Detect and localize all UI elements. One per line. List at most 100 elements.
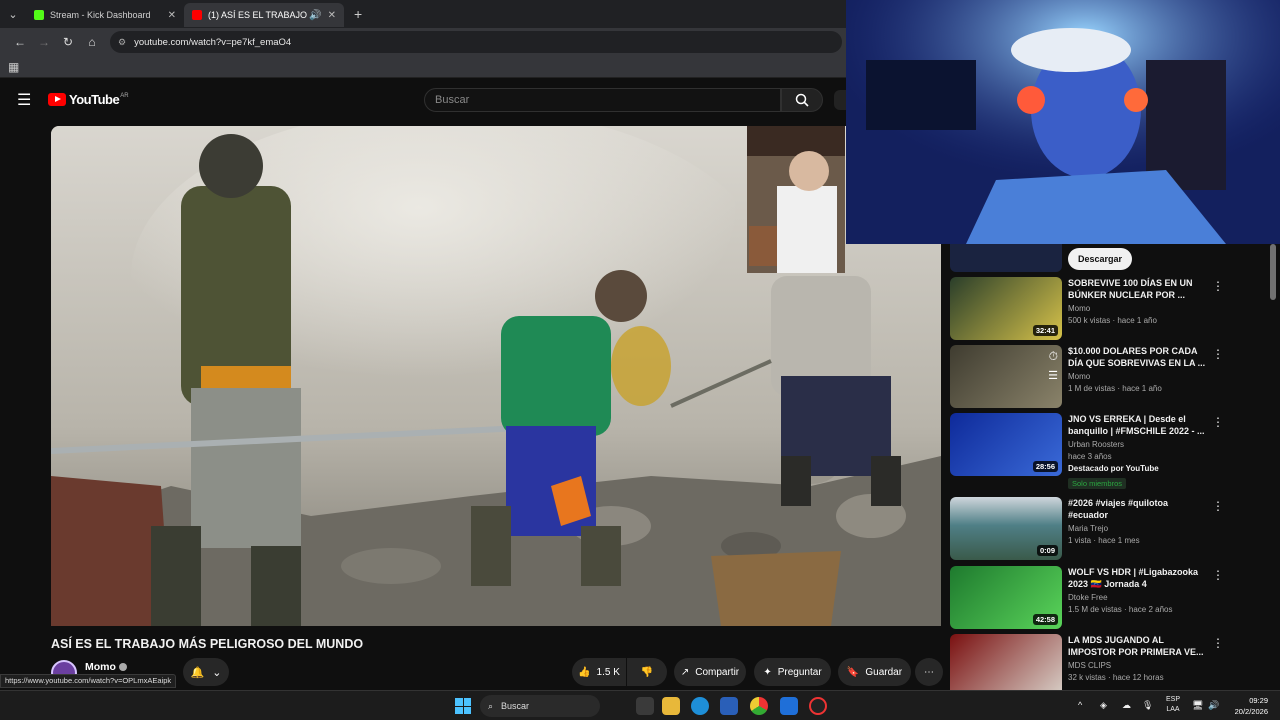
language-indicator[interactable]: ESP LAA: [1162, 695, 1184, 715]
volume-icon[interactable]: 🔊: [1208, 700, 1219, 710]
close-tab-icon[interactable]: ✕: [168, 10, 176, 21]
more-vertical-icon[interactable]: ⋮: [1212, 347, 1224, 361]
search-input[interactable]: Buscar: [424, 88, 781, 112]
rec-title[interactable]: LA MDS JUGANDO AL IMPOSTOR POR PRIMERA V…: [1068, 634, 1210, 658]
new-tab-button[interactable]: +: [344, 6, 372, 22]
reload-icon[interactable]: ↻: [56, 35, 80, 49]
share-icon: ↗: [680, 666, 690, 678]
rec-channel[interactable]: Urban Roosters: [1068, 440, 1210, 449]
list-item[interactable]: LA MDS JUGANDO AL IMPOSTOR POR PRIMERA V…: [950, 634, 1250, 698]
chrome-icon[interactable]: [750, 697, 768, 715]
recommendations-panel: Descargar 32:41 SOBREVIVE 100 DÍAS EN UN…: [946, 244, 1280, 697]
taskbar-search[interactable]: ⌕ Buscar: [480, 695, 600, 717]
list-item[interactable]: 0:09 #2026 #viajes #quilotoa #ecuador Ma…: [950, 497, 1250, 561]
download-button[interactable]: Descargar: [1068, 248, 1132, 270]
save-button[interactable]: 🔖 Guardar: [838, 658, 911, 686]
tray-app-icon[interactable]: ◈: [1100, 700, 1107, 710]
rec-meta: 1 vista · hace 1 mes: [1068, 536, 1140, 545]
more-vertical-icon[interactable]: ⋮: [1212, 636, 1224, 650]
network-icon[interactable]: 🖥: [1192, 700, 1203, 710]
speaker-icon[interactable]: 🔊: [309, 10, 321, 21]
forward-icon[interactable]: →: [32, 35, 56, 49]
add-to-queue-icon[interactable]: ☰: [1048, 369, 1058, 382]
tab-title: Stream - Kick Dashboard: [50, 10, 151, 20]
more-vertical-icon[interactable]: ⋮: [1212, 499, 1224, 513]
close-tab-icon[interactable]: ✕: [328, 10, 336, 21]
sidebar-scrollbar[interactable]: [1270, 244, 1276, 300]
duration-badge: 42:58: [1032, 614, 1058, 625]
apps-grid-icon[interactable]: ▦: [8, 60, 19, 74]
youtube-logo[interactable]: YouTube AR: [48, 92, 129, 107]
rec-meta: 32 k vistas · hace 12 horas: [1068, 673, 1164, 682]
video-thumbnail[interactable]: 32:41: [950, 277, 1062, 340]
like-button[interactable]: 👍 1.5 K: [572, 658, 626, 686]
channel-row: Momo 🔔 ⌄ 👍 1.5 K 👎 ↗ Compartir ✦ Pregunt…: [51, 658, 943, 688]
watch-later-icon[interactable]: ⏱: [1049, 349, 1058, 364]
more-vertical-icon[interactable]: ⋮: [1212, 568, 1224, 582]
share-button[interactable]: ↗ Compartir: [674, 658, 746, 686]
rec-title[interactable]: #2026 #viajes #quilotoa #ecuador: [1068, 497, 1210, 521]
previous-thumbnail-strip[interactable]: [950, 244, 1062, 272]
chevron-up-icon[interactable]: ^: [1078, 700, 1082, 710]
system-clock[interactable]: 09:29 20/2/2026: [1220, 695, 1268, 717]
clock-date: 20/2/2026: [1234, 707, 1268, 716]
url-field[interactable]: ⚙ youtube.com/watch?v=pe7kf_emaO4: [110, 31, 842, 53]
more-vertical-icon[interactable]: ⋮: [1212, 415, 1224, 429]
more-actions-button[interactable]: ⋯: [915, 658, 943, 686]
menu-icon[interactable]: ☰: [17, 90, 31, 110]
mail-icon[interactable]: [720, 697, 738, 715]
video-thumbnail[interactable]: 42:58: [950, 566, 1062, 629]
rec-channel[interactable]: Dtoke Free: [1068, 593, 1210, 602]
video-thumbnail[interactable]: ⏱ ☰: [950, 345, 1062, 408]
dislike-button[interactable]: 👎: [627, 658, 667, 686]
rec-channel[interactable]: MDS CLIPS: [1068, 661, 1210, 670]
list-item[interactable]: 28:56 JNO VS ERREKA | Desde el banquillo…: [950, 413, 1250, 493]
rec-meta: 1 M de vistas · hace 1 año: [1068, 384, 1162, 393]
video-thumbnail[interactable]: 28:56: [950, 413, 1062, 476]
windows-taskbar: ⌕ Buscar ^ ◈ ☁ 🎙 ESP LAA 🖥 🔊 09:29 20/2/…: [0, 690, 1280, 720]
back-icon[interactable]: ←: [8, 35, 32, 49]
rec-title[interactable]: JNO VS ERREKA | Desde el banquillo | #FM…: [1068, 413, 1210, 437]
webcam-frame: [846, 0, 1280, 244]
task-view-icon[interactable]: [636, 697, 654, 715]
youtube-favicon-icon: [192, 10, 202, 20]
rec-channel[interactable]: Momo: [1068, 372, 1210, 381]
verified-icon: [118, 663, 127, 672]
browser-tab-bar: ⌄ Stream - Kick Dashboard ✕ (1) ASÍ ES E…: [0, 0, 846, 28]
vscode-icon[interactable]: [780, 697, 798, 715]
search-placeholder: Buscar: [435, 94, 470, 106]
list-item[interactable]: ⏱ ☰ $10.000 DOLARES POR CADA DÍA QUE SOB…: [950, 345, 1250, 409]
tab-search-icon[interactable]: ⌄: [0, 0, 26, 28]
notifications-button[interactable]: 🔔 ⌄: [183, 658, 229, 686]
voice-search-button[interactable]: [834, 90, 846, 110]
inset-camera-frame: [747, 126, 845, 273]
list-item[interactable]: 32:41 SOBREVIVE 100 DÍAS EN UN BÚNKER NU…: [950, 277, 1250, 341]
tab-youtube-video[interactable]: (1) ASÍ ES EL TRABAJO MÁS 🔊 ✕: [184, 3, 344, 27]
home-icon[interactable]: ⌂: [80, 35, 104, 49]
video-thumbnail[interactable]: 0:09: [950, 497, 1062, 560]
channel-name[interactable]: Momo: [85, 661, 127, 673]
site-info-icon[interactable]: ⚙: [118, 37, 126, 48]
file-explorer-icon[interactable]: [662, 697, 680, 715]
search-button[interactable]: [781, 88, 823, 112]
tab-kick-dashboard[interactable]: Stream - Kick Dashboard ✕: [26, 3, 184, 27]
rec-meta: 1.5 M de vistas · hace 2 años: [1068, 605, 1173, 614]
onedrive-icon[interactable]: ☁: [1122, 700, 1131, 710]
rec-title[interactable]: SOBREVIVE 100 DÍAS EN UN BÚNKER NUCLEAR …: [1068, 277, 1210, 301]
windows-start-icon[interactable]: [455, 698, 471, 714]
rec-channel[interactable]: Maria Trejo: [1068, 524, 1210, 533]
ask-button[interactable]: ✦ Preguntar: [754, 658, 831, 686]
video-thumbnail[interactable]: [950, 634, 1062, 697]
search-icon: [795, 93, 809, 107]
edge-icon[interactable]: [691, 697, 709, 715]
obs-icon[interactable]: [809, 697, 827, 715]
rec-title[interactable]: $10.000 DOLARES POR CADA DÍA QUE SOBREVI…: [1068, 345, 1210, 369]
url-text: youtube.com/watch?v=pe7kf_emaO4: [134, 36, 292, 48]
more-vertical-icon[interactable]: ⋮: [1212, 279, 1224, 293]
rec-title[interactable]: WOLF VS HDR | #Ligabazooka 2023 🇻🇪 Jorna…: [1068, 566, 1210, 590]
list-item[interactable]: 42:58 WOLF VS HDR | #Ligabazooka 2023 🇻🇪…: [950, 566, 1250, 630]
rec-meta: 500 k vistas · hace 1 año: [1068, 316, 1157, 325]
rec-channel[interactable]: Momo: [1068, 304, 1210, 313]
thumbs-down-icon: 👎: [640, 666, 654, 678]
microphone-icon[interactable]: 🎙: [1142, 700, 1153, 710]
